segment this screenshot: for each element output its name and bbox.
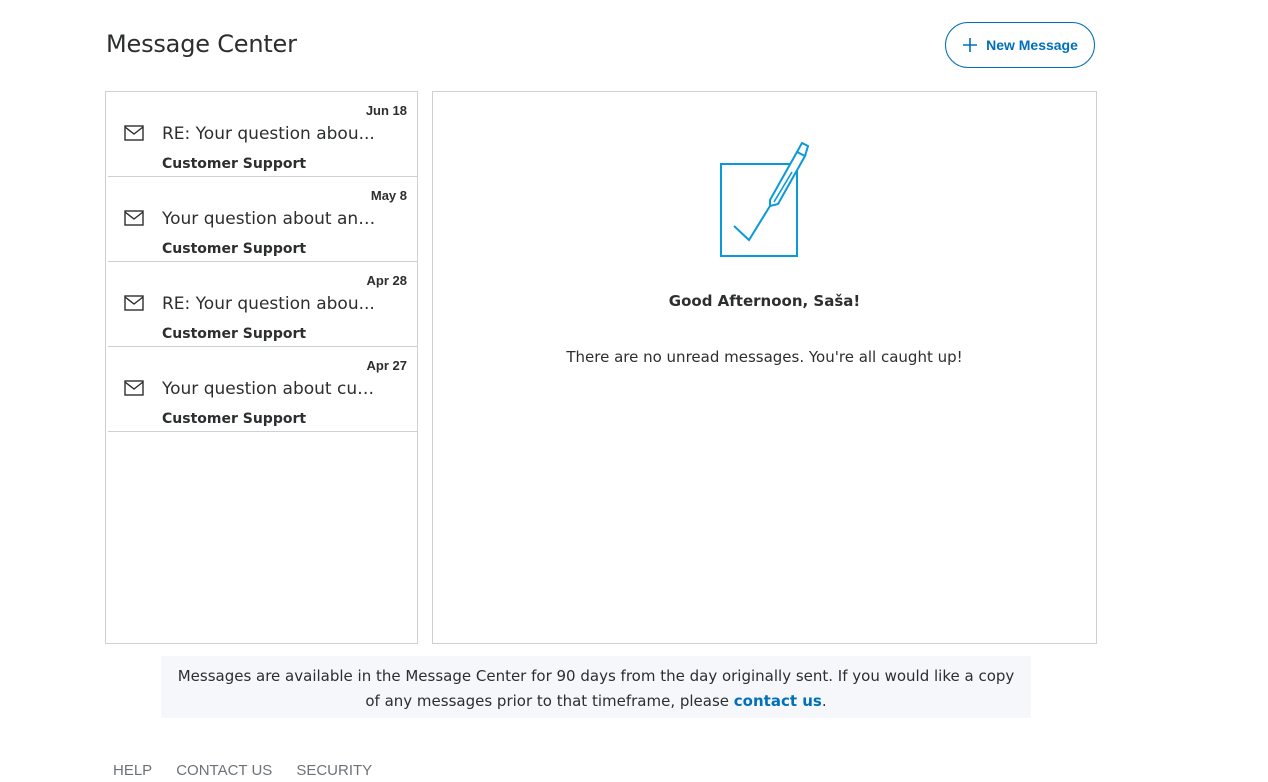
message-detail-panel: Good Afternoon, Saša! There are no unrea… [432,91,1097,644]
page-title: Message Center [106,30,297,58]
plus-icon [963,38,978,52]
footer-nav: HELP CONTACT US SECURITY [113,762,372,779]
envelope-icon [124,380,144,396]
message-sender: Customer Support [162,411,307,427]
message-subject: RE: Your question abou... [162,294,375,314]
message-subject: Your question about cur... [162,379,377,399]
notice-suffix: . [821,692,827,710]
message-sender: Customer Support [162,326,307,342]
envelope-icon [124,125,144,141]
envelope-icon [124,210,144,226]
no-unread-text: There are no unread messages. You're all… [566,348,963,366]
message-date: May 8 [370,188,407,203]
checklist-pen-icon [720,142,810,257]
message-subject: Your question about an ... [162,209,377,229]
footer-link-help[interactable]: HELP [113,762,152,779]
message-date: Jun 18 [365,103,407,118]
footer-link-contact-us[interactable]: CONTACT US [176,762,272,779]
envelope-icon [124,295,144,311]
list-item[interactable]: Apr 27 Your question about cur... Custom… [108,347,417,432]
greeting-text: Good Afternoon, Saša! [668,292,861,310]
message-sender: Customer Support [162,241,307,257]
message-subject: RE: Your question abou... [162,124,375,144]
new-message-label: New Message [986,37,1078,53]
message-date: Apr 28 [366,273,407,288]
list-item[interactable]: Apr 28 RE: Your question abou... Custome… [108,262,417,347]
message-sender: Customer Support [162,156,307,172]
new-message-button[interactable]: New Message [945,22,1095,68]
list-item[interactable]: May 8 Your question about an ... Custome… [108,177,417,262]
contact-us-link[interactable]: contact us [734,692,822,710]
footer-link-security[interactable]: SECURITY [296,762,372,779]
message-list: Jun 18 RE: Your question abou... Custome… [105,91,418,644]
message-date: Apr 27 [366,358,407,373]
retention-notice: Messages are available in the Message Ce… [161,656,1031,718]
notice-text: Messages are available in the Message Ce… [177,667,1015,710]
list-item[interactable]: Jun 18 RE: Your question abou... Custome… [108,92,417,177]
